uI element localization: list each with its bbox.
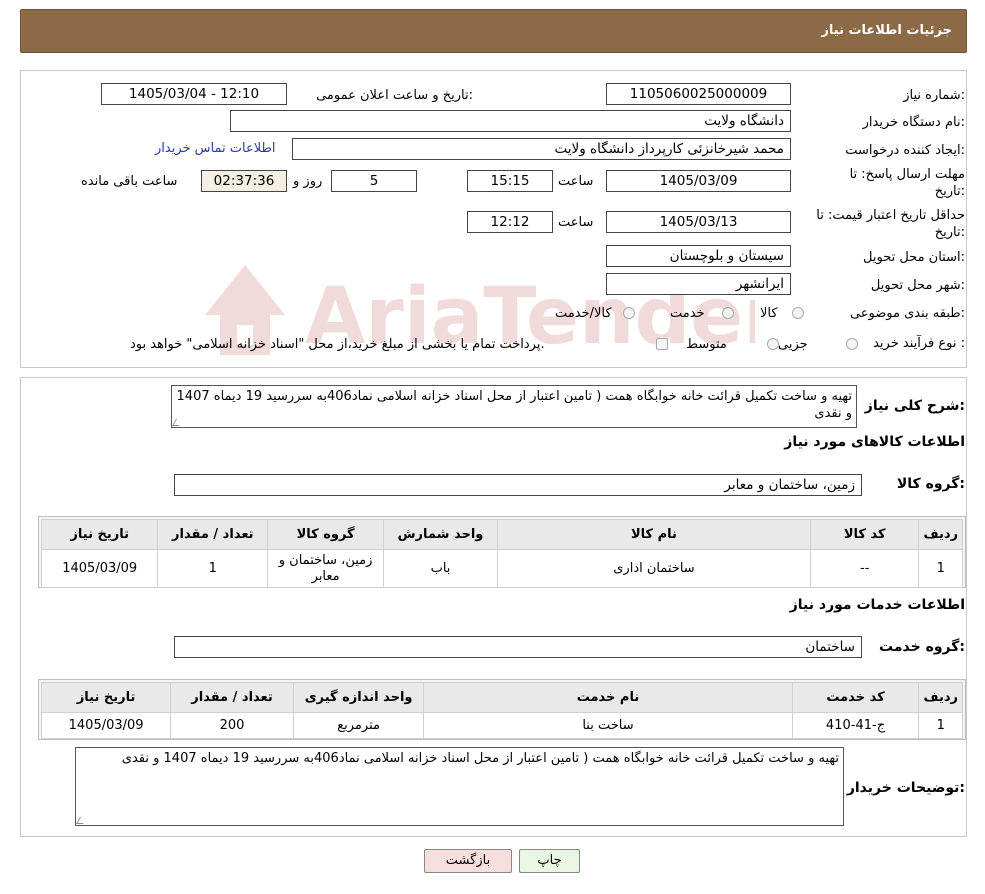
buyer-org-label: نام دستگاه خریدار: — [862, 115, 965, 130]
goods-col-code: کد کالا — [809, 519, 920, 550]
creator-label: ایجاد کننده درخواست: — [845, 143, 965, 158]
validity-label-line1: حداقل تاریخ اعتبار قیمت: تا — [816, 208, 965, 223]
process-medium-label: متوسط — [686, 337, 727, 352]
treasury-payment-checkbox[interactable] — [656, 338, 668, 350]
goods-cell-group: زمین، ساختمان و معابر — [267, 549, 385, 588]
goods-group-field: زمین، ساختمان و معابر — [174, 474, 862, 496]
category-goods-service-radio[interactable] — [623, 307, 635, 319]
deadline-label-line2: تاریخ: — [934, 184, 965, 199]
remaining-time-field: 02:37:36 — [201, 170, 287, 192]
buyer-notes-label: توضیحات خریدار: — [846, 780, 965, 796]
table-row: 1 ج-41-410 ساخت بنا مترمربع 200 1405/03/… — [40, 712, 963, 739]
services-cell-row: 1 — [918, 712, 963, 739]
services-group-label: گروه خدمت: — [879, 639, 965, 655]
deadline-label: مهلت ارسال پاسخ: تا تاریخ: — [850, 166, 965, 200]
goods-cell-qty: 1 — [157, 549, 269, 588]
validity-label: حداقل تاریخ اعتبار قیمت: تا تاریخ: — [816, 207, 965, 241]
print-button[interactable]: چاپ — [519, 849, 580, 873]
city-label: شهر محل تحویل: — [870, 278, 965, 293]
category-goods-label: کالا — [760, 306, 778, 321]
services-col-row: ردیف — [918, 682, 963, 713]
summary-textarea[interactable]: تهیه و ساخت تکمیل قرائت خانه خوابگاه همت… — [171, 385, 857, 428]
back-button[interactable]: بازگشت — [424, 849, 512, 873]
province-label: استان محل تحویل: — [863, 250, 965, 265]
services-cell-name: ساخت بنا — [423, 712, 793, 739]
summary-text: تهیه و ساخت تکمیل قرائت خانه خوابگاه همت… — [176, 389, 852, 421]
resize-handle-icon[interactable] — [172, 419, 184, 426]
goods-cell-code: -- — [809, 549, 920, 588]
announce-label: تاریخ و ساعت اعلان عمومی: — [316, 88, 473, 103]
services-table: ردیف کد خدمت نام خدمت واحد اندازه گیری ت… — [40, 682, 963, 739]
services-section-title: اطلاعات خدمات مورد نیاز — [789, 597, 965, 613]
page-header: جزئیات اطلاعات نیاز — [20, 9, 967, 53]
services-col-qty: تعداد / مقدار — [170, 682, 294, 713]
buyer-notes-text: تهیه و ساخت تکمیل قرائت خانه خوابگاه همت… — [121, 751, 839, 766]
services-cell-code: ج-41-410 — [791, 712, 920, 739]
goods-group-label: گروه کالا: — [896, 476, 965, 492]
need-number-label: شماره نیاز: — [903, 88, 965, 103]
validity-time-field: 12:12 — [467, 211, 553, 233]
category-service-label: خدمت — [670, 306, 705, 321]
deadline-date-field: 1405/03/09 — [606, 170, 791, 192]
deadline-time-field: 15:15 — [467, 170, 553, 192]
city-field: ایرانشهر — [606, 273, 791, 295]
page-title: جزئیات اطلاعات نیاز — [821, 23, 952, 38]
category-goods-radio[interactable] — [792, 307, 804, 319]
goods-cell-unit: باب — [383, 549, 498, 588]
category-label: طبقه بندی موضوعی: — [849, 306, 965, 321]
services-col-unit: واحد اندازه گیری — [292, 682, 425, 713]
deadline-hour-label: ساعت — [558, 174, 594, 189]
services-col-name: نام خدمت — [423, 682, 793, 713]
days-label: روز و — [293, 174, 323, 189]
goods-col-date: تاریخ نیاز — [40, 519, 159, 550]
goods-col-name: نام کالا — [496, 519, 811, 550]
goods-cell-date: 1405/03/09 — [40, 549, 159, 588]
buyer-org-field: دانشگاه ولایت — [230, 110, 791, 132]
buyer-notes-textarea[interactable]: تهیه و ساخت تکمیل قرائت خانه خوابگاه همت… — [75, 747, 844, 826]
goods-col-row: ردیف — [918, 519, 963, 550]
goods-col-group: گروه کالا — [267, 519, 385, 550]
remaining-label: ساعت باقی مانده — [81, 174, 178, 189]
services-col-date: تاریخ نیاز — [40, 682, 172, 713]
resize-handle-icon[interactable] — [76, 817, 88, 824]
treasury-payment-note: پرداخت تمام یا بخشی از مبلغ خرید،از محل … — [130, 337, 545, 352]
goods-cell-row: 1 — [918, 549, 963, 588]
services-cell-qty: 200 — [170, 712, 294, 739]
creator-field: محمد شیرخانزئی کارپرداز دانشگاه ولایت — [292, 138, 791, 160]
table-row: 1 -- ساختمان اداری باب زمین، ساختمان و م… — [40, 549, 963, 588]
process-minor-label: جزیی — [778, 337, 808, 352]
province-field: سیستان و بلوچستان — [606, 245, 791, 267]
goods-section-title: اطلاعات کالاهای مورد نیاز — [784, 434, 965, 450]
goods-table: ردیف کد کالا نام کالا واحد شمارش گروه کا… — [40, 519, 963, 588]
deadline-label-line1: مهلت ارسال پاسخ: تا — [849, 167, 965, 182]
services-cell-unit: مترمربع — [292, 712, 425, 739]
category-service-radio[interactable] — [722, 307, 734, 319]
validity-date-field: 1405/03/13 — [606, 211, 791, 233]
need-number-field: 1105060025000009 — [606, 83, 791, 105]
announce-field: 1405/03/04 - 12:10 — [101, 83, 287, 105]
days-field: 5 — [331, 170, 417, 192]
process-label: نوع فرآیند خرید : — [873, 336, 965, 351]
goods-cell-name: ساختمان اداری — [496, 549, 811, 588]
validity-label-line2: تاریخ: — [934, 225, 965, 240]
validity-hour-label: ساعت — [558, 215, 594, 230]
category-goods-service-label: کالا/خدمت — [555, 306, 612, 321]
services-group-field: ساختمان — [174, 636, 862, 658]
process-minor-radio[interactable] — [846, 338, 858, 350]
services-table-header: ردیف کد خدمت نام خدمت واحد اندازه گیری ت… — [40, 682, 963, 713]
goods-table-header: ردیف کد کالا نام کالا واحد شمارش گروه کا… — [40, 519, 963, 550]
goods-col-unit: واحد شمارش — [383, 519, 498, 550]
summary-label: شرح کلی نیاز: — [864, 398, 965, 414]
services-col-code: کد خدمت — [791, 682, 920, 713]
services-cell-date: 1405/03/09 — [40, 712, 172, 739]
process-medium-radio[interactable] — [767, 338, 779, 350]
contact-buyer-link[interactable]: اطلاعات تماس خریدار — [155, 141, 275, 156]
goods-col-qty: تعداد / مقدار — [157, 519, 269, 550]
